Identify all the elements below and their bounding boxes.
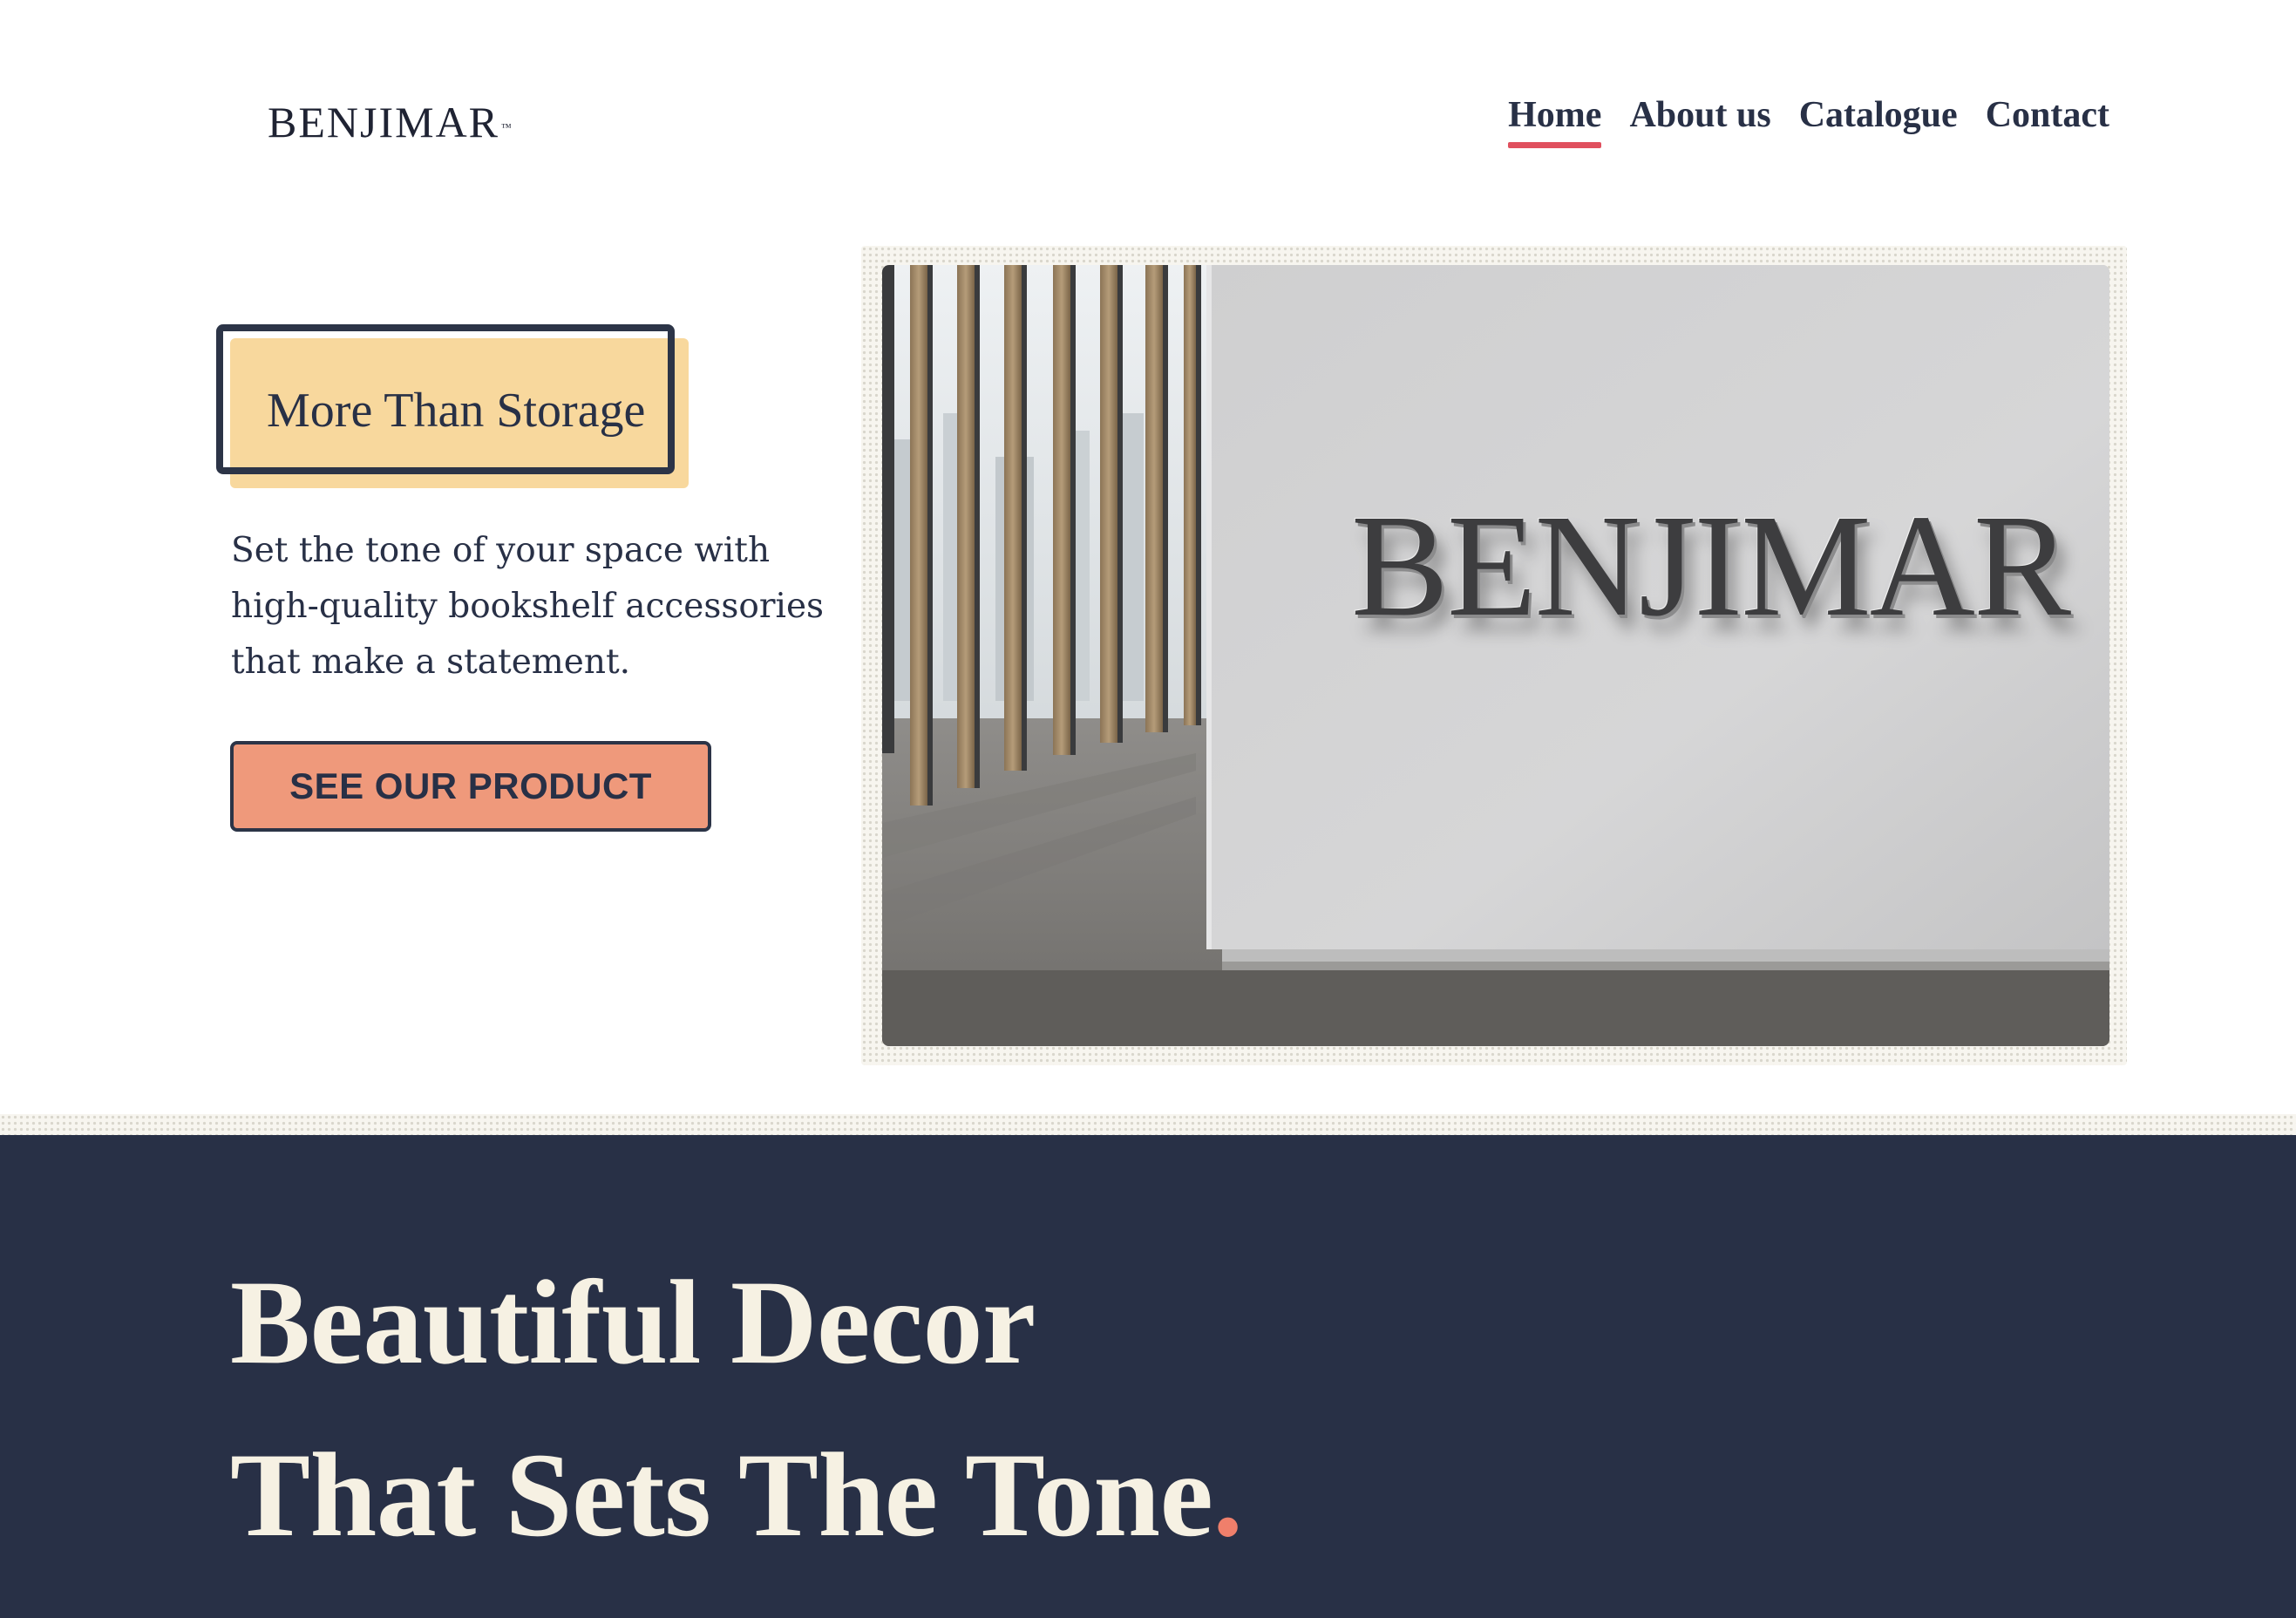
feature-headline-period: . xyxy=(1213,1428,1243,1561)
main-nav: Home About us Catalogue Contact xyxy=(1508,87,2109,148)
feature-headline-line1: Beautiful Decor xyxy=(230,1255,1036,1389)
hero-tag: More Than Storage xyxy=(216,324,689,488)
feature-headline-line2: That Sets The Tone xyxy=(230,1428,1213,1561)
nav-link-home[interactable]: Home xyxy=(1508,87,1602,148)
wall-sign-text: BENJIMAR xyxy=(1350,485,2071,647)
brand-logo-text: BENJIMAR xyxy=(268,98,500,146)
nav-link-contact[interactable]: Contact xyxy=(1986,87,2109,143)
section-divider xyxy=(0,1114,2296,1135)
wall-sign: BENJIMAR xyxy=(882,265,2109,1046)
hero-image: BENJIMAR xyxy=(882,265,2109,1046)
nav-link-about-us[interactable]: About us xyxy=(1629,87,1770,143)
nav-link-catalogue[interactable]: Catalogue xyxy=(1799,87,1958,143)
feature-headline: Beautiful Decor That Sets The Tone. xyxy=(230,1236,1243,1581)
hero-description: Set the tone of your space with high-qua… xyxy=(231,531,825,682)
hero-tag-text: More Than Storage xyxy=(267,384,646,438)
trademark-mark: ™ xyxy=(501,121,512,133)
see-our-product-button[interactable]: SEE OUR PRODUCT xyxy=(230,741,711,832)
brand-logo[interactable]: BENJIMAR ™ xyxy=(268,96,512,148)
